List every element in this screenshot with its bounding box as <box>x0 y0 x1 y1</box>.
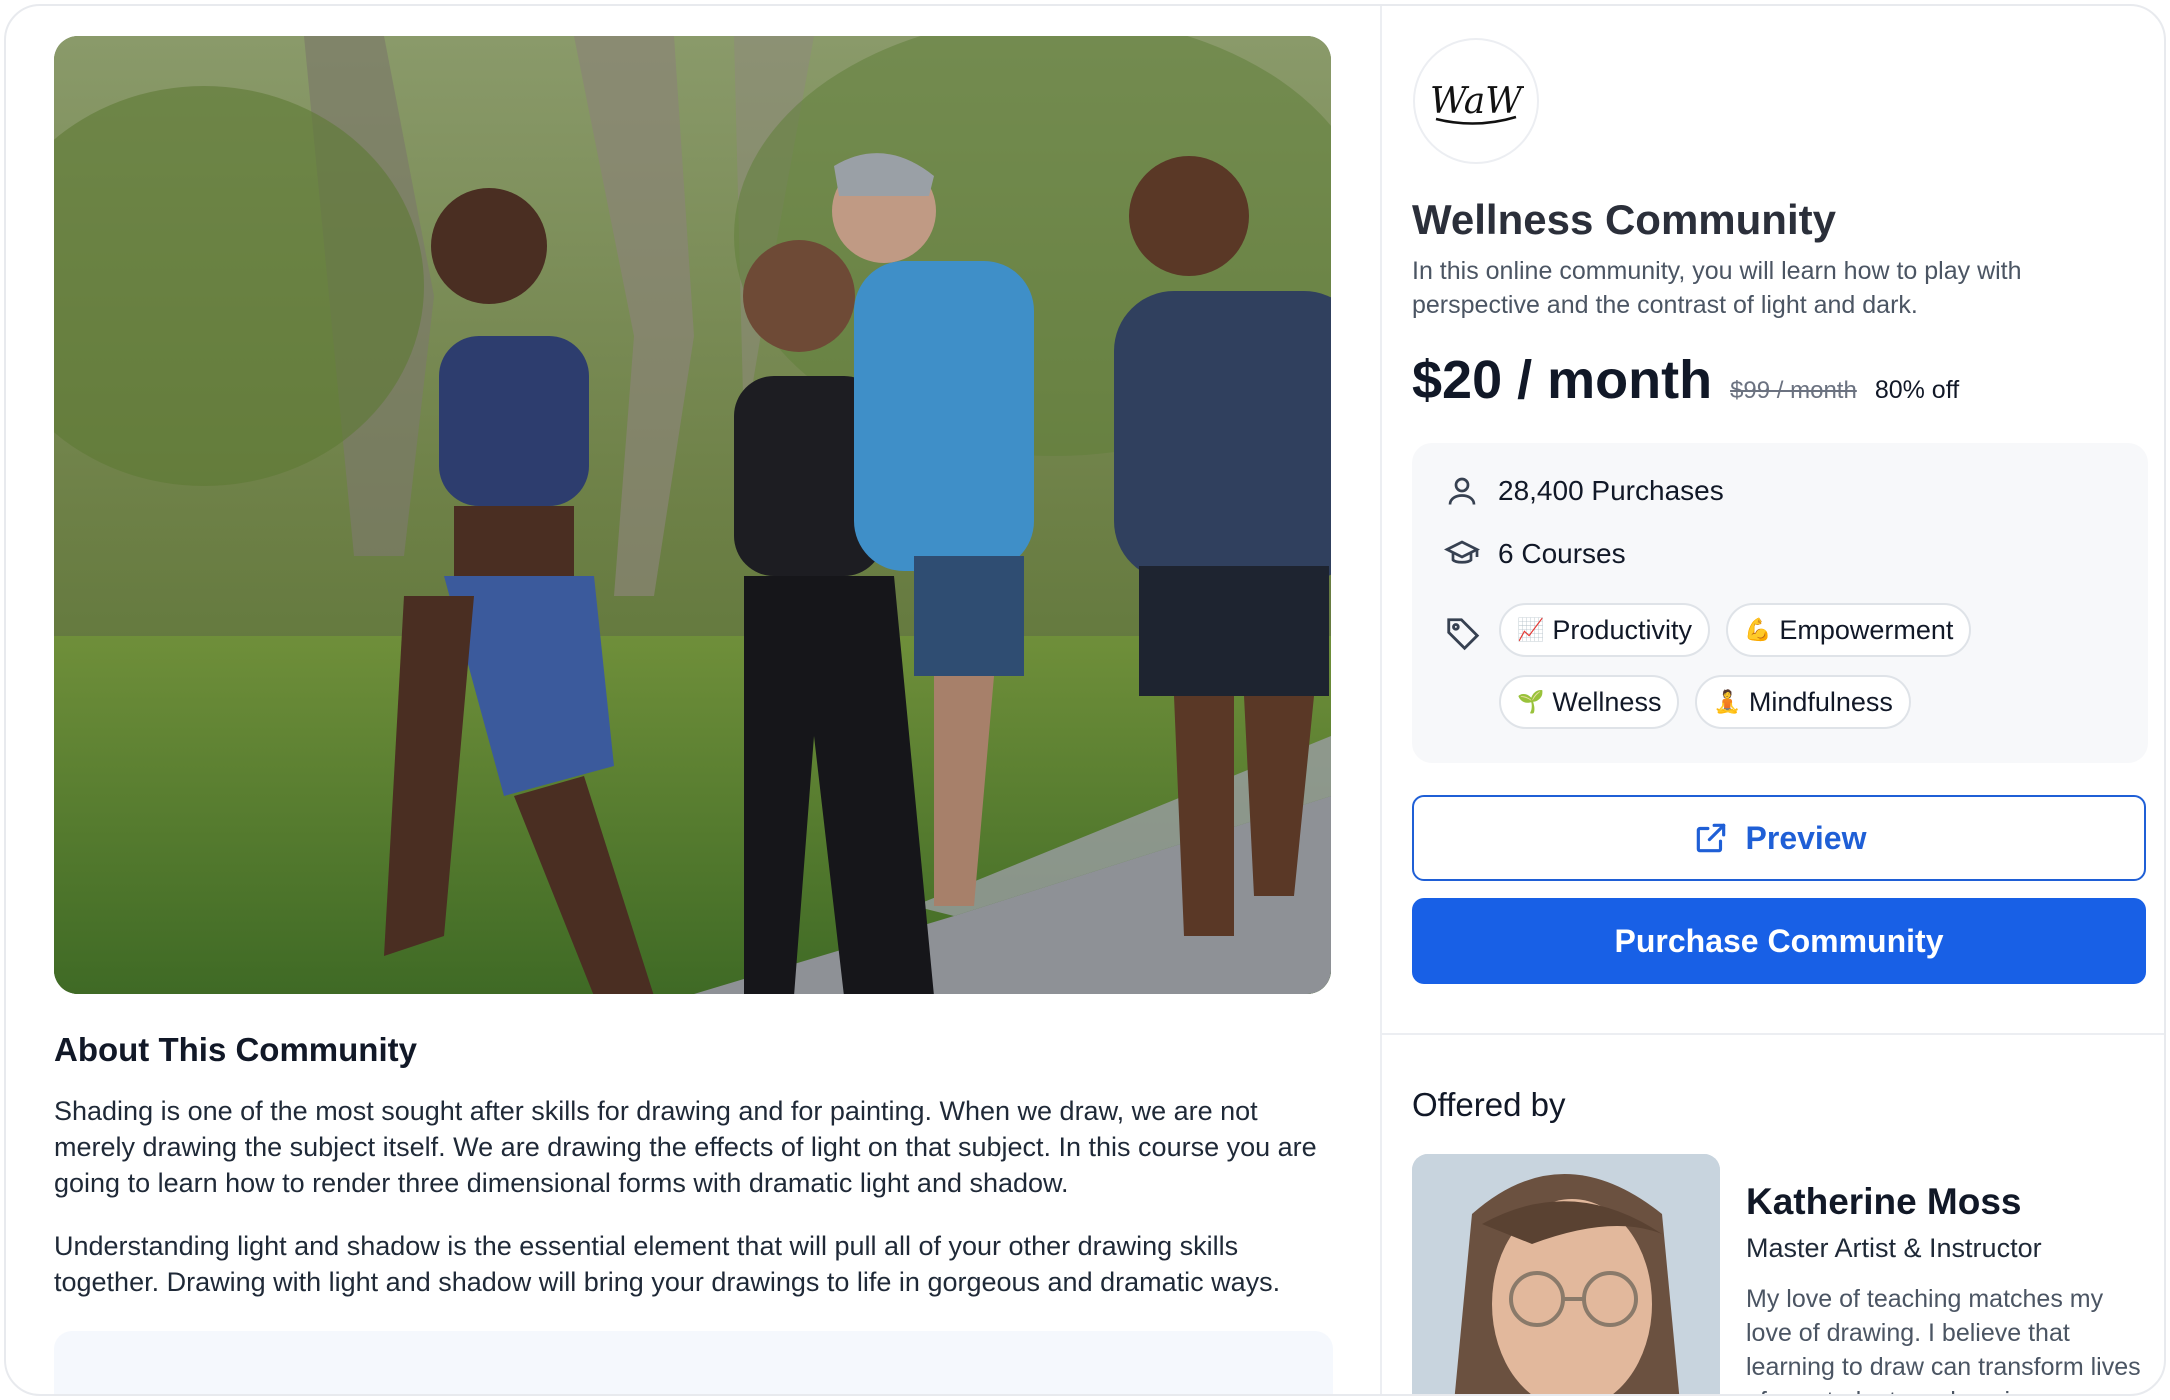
flexed-arm-emoji-icon: 💪 <box>1743 617 1772 642</box>
chart-emoji-icon: 📈 <box>1517 617 1545 642</box>
tag-label: Productivity <box>1552 614 1692 645</box>
community-logo: WaW <box>1413 38 1539 164</box>
price-row: $20 / month $99 / month 80% off <box>1412 349 1959 411</box>
waw-logo-icon: WaW <box>1430 81 1524 125</box>
tag-icon <box>1447 618 1480 651</box>
external-link-icon <box>1696 823 1725 853</box>
courses-stat: 6 Courses <box>1444 536 1626 572</box>
tag-mindfulness[interactable]: 🧘 Mindfulness <box>1695 675 1911 729</box>
section-divider <box>1382 1033 2164 1035</box>
instructor-name: Katherine Moss <box>1746 1181 2022 1222</box>
about-paragraph-1: Shading is one of the most sought after … <box>54 1096 1317 1198</box>
purchases-count: 28,400 Purchases <box>1498 475 1724 506</box>
hero-image <box>54 36 1331 994</box>
instructor-bio: My love of teaching matches my love of d… <box>1746 1285 2141 1394</box>
tag-list: 📈 Productivity 💪 Empowerment 🌱 Wellness … <box>1499 603 2059 729</box>
tag-empowerment[interactable]: 💪 Empowerment <box>1725 603 1972 657</box>
tag-label: Wellness <box>1552 686 1662 717</box>
about-title: About This Community <box>54 1031 417 1068</box>
purchase-label: Purchase Community <box>1614 922 1944 959</box>
offered-by-heading: Offered by <box>1412 1086 1566 1123</box>
tag-label: Mindfulness <box>1748 686 1893 717</box>
purchase-community-button[interactable]: Purchase Community <box>1412 898 2146 984</box>
graduation-cap-icon <box>1444 540 1480 564</box>
discount-label: 80% off <box>1874 376 1960 404</box>
purchases-stat: 28,400 Purchases <box>1444 473 1724 509</box>
price: $20 / month <box>1412 350 1713 410</box>
original-price: $99 / month <box>1730 377 1857 404</box>
courses-count: 6 Courses <box>1498 538 1626 569</box>
preview-button[interactable]: Preview <box>1412 795 2146 881</box>
preview-label: Preview <box>1745 819 1867 856</box>
meditation-emoji-icon: 🧘 <box>1713 689 1741 714</box>
instructor-photo <box>1412 1154 1720 1394</box>
instructor-role: Master Artist & Instructor <box>1746 1233 2042 1263</box>
content-card <box>54 1331 1333 1394</box>
tag-wellness[interactable]: 🌱 Wellness <box>1499 675 1680 729</box>
tag-productivity[interactable]: 📈 Productivity <box>1499 603 1710 657</box>
stats-box: 28,400 Purchases 6 Courses 📈 Productivit… <box>1412 443 2148 763</box>
tag-label: Empowerment <box>1779 614 1954 645</box>
seedling-emoji-icon: 🌱 <box>1517 689 1545 714</box>
page-frame: About This Community Shading is one of t… <box>4 4 2166 1396</box>
user-icon <box>1448 477 1476 505</box>
community-title: Wellness Community <box>1412 196 1836 243</box>
community-description: In this online community, you will learn… <box>1412 257 2022 319</box>
svg-text:WaW: WaW <box>1430 81 1524 122</box>
about-paragraph-2: Understanding light and shadow is the es… <box>54 1231 1281 1297</box>
column-divider <box>1380 6 1382 1394</box>
